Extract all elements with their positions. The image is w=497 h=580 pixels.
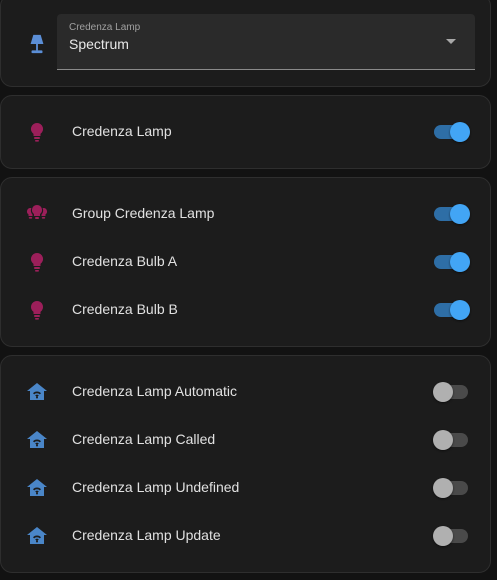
toggle-thumb [450, 204, 470, 224]
automations-card: Credenza Lamp Automatic Credenza Lamp Ca… [0, 355, 491, 573]
lamp-card: Credenza Lamp [0, 95, 491, 169]
entity-name: Group Credenza Lamp [72, 205, 215, 221]
mode-select[interactable]: Credenza Lamp Spectrum [57, 14, 475, 70]
toggle-thumb [433, 382, 453, 402]
entity-name: Credenza Lamp Automatic [72, 383, 237, 399]
select-value: Spectrum [69, 36, 129, 52]
toggle-thumb [433, 430, 453, 450]
home-automation-icon[interactable] [25, 476, 49, 500]
lightbulb-icon[interactable] [25, 250, 49, 274]
entity-row: Credenza Lamp Undefined [1, 467, 492, 507]
entity-row: Credenza Lamp Automatic [1, 371, 492, 411]
group-toggle[interactable] [433, 204, 471, 224]
entity-row: Credenza Lamp Update [1, 515, 492, 555]
entity-name: Credenza Lamp Called [72, 431, 216, 447]
entity-name: Credenza Bulb A [72, 253, 178, 269]
automation-toggle[interactable] [433, 526, 471, 546]
lamp-toggle[interactable] [433, 122, 471, 142]
home-automation-icon[interactable] [25, 380, 49, 404]
home-automation-icon[interactable] [25, 524, 49, 548]
entity-name: Credenza Bulb B [72, 301, 178, 317]
toggle-thumb [450, 300, 470, 320]
automation-toggle[interactable] [433, 430, 471, 450]
toggle-thumb [433, 478, 453, 498]
entity-row: Credenza Lamp [1, 111, 492, 151]
toggle-thumb [433, 526, 453, 546]
automation-toggle[interactable] [433, 478, 471, 498]
toggle-thumb [450, 122, 470, 142]
entity-row: Credenza Bulb B [1, 289, 492, 329]
bulb-b-toggle[interactable] [433, 300, 471, 320]
lightbulb-icon[interactable] [25, 298, 49, 322]
lightbulb-icon[interactable] [25, 120, 49, 144]
entity-name: Credenza Lamp Update [72, 527, 221, 543]
entity-row: Credenza Bulb A [1, 241, 492, 281]
desk-lamp-icon [26, 33, 48, 55]
home-automation-icon[interactable] [25, 428, 49, 452]
group-card: Group Credenza Lamp Credenza Bulb A Cred… [0, 177, 491, 347]
automation-toggle[interactable] [433, 382, 471, 402]
toggle-thumb [450, 252, 470, 272]
select-card: Credenza Lamp Spectrum [0, 0, 491, 87]
select-label: Credenza Lamp [69, 22, 141, 33]
entity-row: Credenza Lamp Called [1, 419, 492, 459]
entity-row: Group Credenza Lamp [1, 193, 492, 233]
entity-name: Credenza Lamp Undefined [72, 479, 240, 495]
chevron-down-icon[interactable] [446, 39, 456, 44]
lightbulb-group-icon[interactable] [25, 202, 49, 226]
entity-name: Credenza Lamp [72, 123, 172, 139]
bulb-a-toggle[interactable] [433, 252, 471, 272]
